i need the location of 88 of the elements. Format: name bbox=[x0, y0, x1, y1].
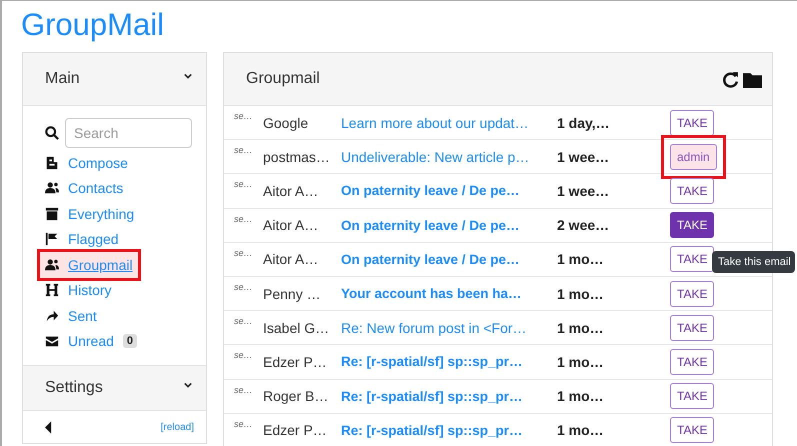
sidebar-item[interactable]: History bbox=[45, 278, 117, 303]
search-field[interactable]: Search bbox=[65, 118, 192, 148]
take-button[interactable]: TAKE bbox=[670, 246, 714, 272]
sender-cell-text: Penny … bbox=[263, 286, 322, 302]
sidebar-item-label: Compose bbox=[68, 154, 128, 171]
sender-cell-text: Aitor A… bbox=[263, 217, 320, 234]
sidebar-item[interactable]: Everything bbox=[45, 201, 140, 226]
subject-link[interactable]: Undeliverable: New article p… bbox=[341, 148, 557, 165]
search-icon bbox=[45, 126, 59, 140]
envelope-icon bbox=[45, 334, 59, 348]
sidebar-item[interactable]: Contacts bbox=[45, 176, 128, 201]
folder-icon[interactable] bbox=[743, 70, 762, 88]
date-cell-text: 1 mo… bbox=[557, 354, 605, 370]
sidebar-item[interactable]: Groupmail bbox=[40, 252, 138, 278]
sidebar-item-label: Contacts bbox=[68, 180, 124, 196]
sender-cell-text: Aitor A… bbox=[263, 182, 320, 199]
owner-button[interactable]: admin bbox=[670, 144, 717, 170]
table-cell-text: se… bbox=[233, 212, 254, 224]
date-cell-text: 2 wee… bbox=[557, 217, 610, 234]
people-icon bbox=[45, 181, 59, 196]
table-cell-text: se… bbox=[233, 418, 254, 429]
tooltip: Take this email bbox=[712, 251, 795, 273]
take-button[interactable]: TAKE bbox=[670, 348, 714, 375]
reload-link[interactable]: [reload] bbox=[160, 422, 194, 432]
date-cell-text: 1 mo… bbox=[557, 251, 605, 268]
table-cell-text: se… bbox=[233, 178, 254, 190]
date-cell-text: 1 mo… bbox=[557, 422, 605, 438]
table-cell-text: se… bbox=[233, 280, 254, 292]
take-button[interactable]: TAKE bbox=[670, 280, 714, 307]
table-cell-text: se… bbox=[233, 349, 254, 360]
take-button[interactable]: TAKE bbox=[670, 110, 714, 136]
date-cell-text: 1 mo… bbox=[557, 388, 605, 404]
count-badge: 0 bbox=[122, 334, 138, 348]
sender-cell-text: Aitor A… bbox=[263, 251, 320, 268]
sidebar-item[interactable]: Compose bbox=[45, 150, 133, 176]
section-header[interactable]: Main bbox=[23, 53, 206, 106]
section-header[interactable]: Settings bbox=[23, 365, 206, 411]
date-cell-text: 1 wee… bbox=[557, 182, 610, 199]
sidebar-item-label: Flagged bbox=[68, 231, 119, 248]
subject-link[interactable]: On paternity leave / De pe… bbox=[341, 252, 557, 267]
take-button[interactable]: TAKE bbox=[670, 314, 714, 341]
app-title: GroupMail bbox=[20, 6, 165, 44]
sender-cell-text: Google bbox=[263, 114, 310, 131]
sidebar-item-label: History bbox=[68, 282, 112, 298]
date-cell-text: 1 mo… bbox=[557, 320, 605, 336]
subject-link[interactable]: Re: New forum post in <For… bbox=[341, 320, 557, 336]
sender-cell-text: Edzer P… bbox=[263, 422, 328, 438]
sender-cell-text: Roger B… bbox=[263, 388, 330, 404]
table-cell-text: se… bbox=[233, 144, 254, 156]
flag-icon bbox=[45, 232, 59, 246]
sender-cell-text: postmas… bbox=[263, 148, 331, 165]
subject-link[interactable]: Re: [r-spatial/sf] sp::sp_pr… bbox=[341, 388, 557, 404]
table-cell-text: se… bbox=[233, 246, 254, 258]
people-icon bbox=[45, 258, 59, 272]
table-cell-text: se… bbox=[233, 315, 254, 326]
take-button[interactable]: TAKE bbox=[670, 417, 714, 444]
sidebar-item-label: Sent bbox=[68, 308, 97, 324]
collapse-arrow-icon[interactable] bbox=[45, 420, 52, 434]
archive-icon bbox=[45, 206, 59, 221]
subject-link[interactable]: Your account has been ha… bbox=[341, 286, 557, 302]
sidebar-item[interactable]: Flagged bbox=[45, 226, 124, 252]
document-icon bbox=[45, 156, 59, 170]
section-title: Settings bbox=[45, 379, 103, 397]
date-cell-text: 1 day,… bbox=[557, 114, 611, 131]
subject-link[interactable]: Re: [r-spatial/sf] sp::sp_pr… bbox=[341, 422, 557, 438]
take-button[interactable]: TAKE bbox=[670, 178, 714, 204]
section-title: Main bbox=[45, 70, 80, 88]
subject-link[interactable]: On paternity leave / De pe… bbox=[341, 183, 557, 198]
take-button[interactable]: TAKE bbox=[670, 212, 714, 238]
sender-cell-text: Isabel G… bbox=[263, 320, 330, 336]
sidebar-item[interactable]: Sent bbox=[45, 303, 102, 328]
subject-link[interactable]: On paternity leave / De pe… bbox=[341, 218, 557, 233]
sender-cell-text: Edzer P… bbox=[263, 354, 328, 370]
sidebar-item-label: Groupmail bbox=[68, 256, 133, 273]
date-cell-text: 1 wee… bbox=[557, 148, 610, 165]
refresh-icon[interactable] bbox=[722, 70, 739, 88]
table-cell-text: se… bbox=[233, 384, 254, 394]
date-cell-text: 1 mo… bbox=[557, 286, 605, 302]
panel-title: Groupmail bbox=[246, 70, 320, 88]
subject-link[interactable]: Learn more about our updat… bbox=[341, 114, 557, 131]
h-letter-icon bbox=[45, 283, 59, 298]
take-button[interactable]: TAKE bbox=[670, 383, 714, 410]
subject-link[interactable]: Re: [r-spatial/sf] sp::sp_pr… bbox=[341, 354, 557, 370]
sidebar-item-label: Unread bbox=[68, 333, 114, 350]
share-arrow-icon bbox=[45, 308, 59, 323]
table-cell-text: se… bbox=[233, 110, 254, 121]
sidebar-item[interactable]: Unread 0 bbox=[45, 328, 142, 354]
sidebar-item-label: Everything bbox=[68, 206, 134, 222]
